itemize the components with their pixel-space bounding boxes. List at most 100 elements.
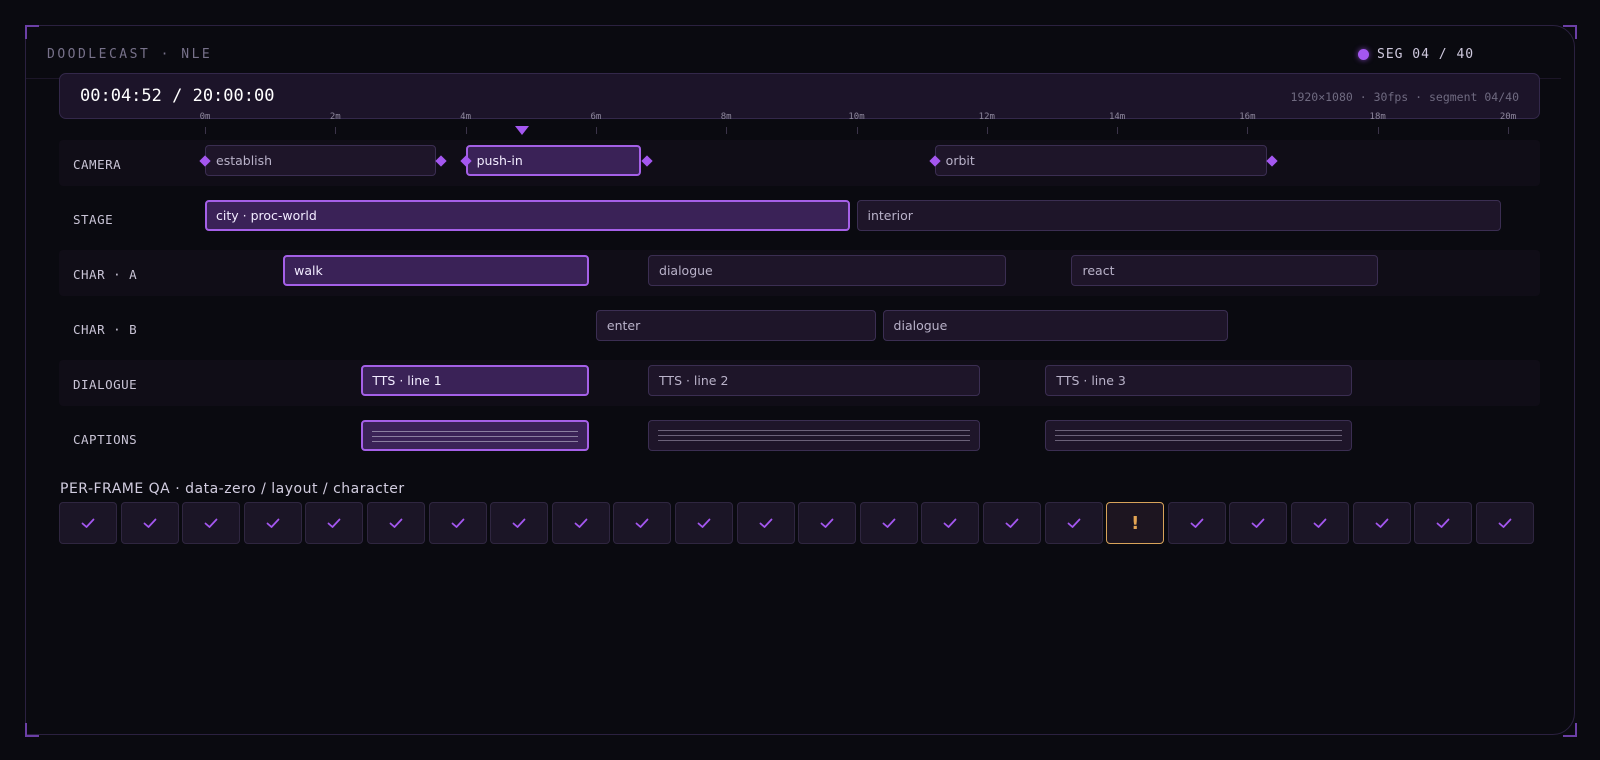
clip-label: dialogue xyxy=(659,263,713,278)
checkmark-icon xyxy=(1313,518,1327,528)
qa-frame-pass[interactable] xyxy=(983,502,1041,544)
qa-section-title: PER-FRAME QA · data-zero / layout / char… xyxy=(60,481,405,497)
checkmark-icon xyxy=(389,518,403,528)
frame-corner-top-left xyxy=(25,25,39,39)
track-label-char-b: CHAR · B xyxy=(73,322,138,337)
checkmark-icon xyxy=(1190,518,1204,528)
qa-frame-pass[interactable] xyxy=(1352,502,1411,544)
clip-label: enter xyxy=(606,318,641,333)
clip-label: TTS · line 2 xyxy=(659,373,729,388)
caption-clip[interactable] xyxy=(648,420,981,451)
qa-frame-pass[interactable] xyxy=(243,502,302,544)
clip-dialogue[interactable]: TTS · line 2 xyxy=(648,365,981,396)
clip-char-a[interactable]: react xyxy=(1071,255,1378,286)
checkmark-icon xyxy=(81,518,95,528)
clip-label: city · proc-world xyxy=(216,208,317,223)
qa-frame-pass[interactable] xyxy=(305,502,364,544)
qa-frame-strip: ! xyxy=(59,502,1539,544)
qa-frame-pass[interactable] xyxy=(120,502,179,544)
qa-frame-pass[interactable] xyxy=(490,502,549,544)
clip-label: push-in xyxy=(476,153,523,168)
status-dot-icon xyxy=(1358,49,1369,60)
checkmark-icon xyxy=(512,518,526,528)
checkmark-icon xyxy=(882,518,896,528)
qa-frame-pass[interactable] xyxy=(1044,502,1103,544)
track-label-dialogue: DIALOGUE xyxy=(73,377,138,392)
clip-dialogue[interactable]: TTS · line 1 xyxy=(361,365,590,396)
clip-label: interior xyxy=(867,208,913,223)
track-label-char-a: CHAR · A xyxy=(73,267,138,282)
clip-label: TTS · line 1 xyxy=(372,373,442,388)
checkmark-icon xyxy=(327,518,341,528)
clip-camera[interactable]: orbit xyxy=(934,145,1267,176)
checkmark-icon xyxy=(204,518,218,528)
checkmark-icon xyxy=(143,518,156,528)
clip-stage[interactable]: city · proc-world xyxy=(205,200,850,231)
transport-bar: 00:04:52 / 20:00:00 1920×1080 · 30fps · … xyxy=(59,73,1540,119)
qa-frame-pass[interactable] xyxy=(59,502,117,544)
qa-frame-pass[interactable] xyxy=(1229,502,1288,544)
frame-corner-bottom-right xyxy=(1563,723,1577,737)
caption-lines xyxy=(1055,430,1342,445)
checkmark-icon xyxy=(697,518,711,528)
track-label-stage: STAGE xyxy=(73,212,114,227)
qa-frame-pass[interactable] xyxy=(182,502,241,544)
checkmark-icon xyxy=(1498,518,1512,528)
qa-frame-pass[interactable] xyxy=(736,502,795,544)
qa-frame-pass[interactable] xyxy=(367,502,425,544)
checkmark-icon xyxy=(1251,518,1265,528)
clip-camera[interactable]: establish xyxy=(205,145,437,176)
qa-frame-pass[interactable] xyxy=(1475,502,1534,544)
qa-frame-pass[interactable] xyxy=(798,502,857,544)
checkmark-icon xyxy=(1005,518,1019,528)
caption-lines xyxy=(658,430,971,445)
checkmark-icon xyxy=(820,518,834,528)
qa-frame-pass[interactable] xyxy=(1167,502,1226,544)
clip-camera[interactable]: push-in xyxy=(465,145,642,176)
clip-label: dialogue xyxy=(893,318,948,333)
track-label-captions: CAPTIONS xyxy=(73,432,138,447)
checkmark-icon xyxy=(635,518,649,528)
track-label-camera: CAMERA xyxy=(73,157,122,172)
qa-frame-pass[interactable] xyxy=(675,502,733,544)
clip-label: TTS · line 3 xyxy=(1056,373,1126,388)
checkmark-icon xyxy=(451,518,464,528)
checkmark-icon xyxy=(1067,518,1080,528)
clip-label: react xyxy=(1082,263,1115,278)
clip-char-b[interactable]: enter xyxy=(595,310,877,341)
render-settings-info: 1920×1080 · 30fps · segment 04/40 xyxy=(1290,90,1519,104)
clip-char-b[interactable]: dialogue xyxy=(882,310,1228,341)
frame-corner-top-right xyxy=(1563,25,1577,39)
segment-badge: SEG 04 / 40 xyxy=(1358,47,1474,62)
qa-frame-warning[interactable]: ! xyxy=(1106,502,1165,544)
caption-clip[interactable] xyxy=(361,420,590,451)
checkmark-icon xyxy=(1436,518,1450,528)
clip-label: establish xyxy=(216,153,273,168)
warning-icon: ! xyxy=(1131,512,1140,534)
checkmark-icon xyxy=(1375,518,1388,528)
clip-dialogue[interactable]: TTS · line 3 xyxy=(1045,365,1352,396)
qa-frame-pass[interactable] xyxy=(1291,502,1349,544)
clip-char-a[interactable]: walk xyxy=(283,255,590,286)
clip-char-a[interactable]: dialogue xyxy=(648,255,1007,286)
timecode-readout: 00:04:52 / 20:00:00 xyxy=(80,86,275,106)
caption-clip[interactable] xyxy=(1045,420,1352,451)
segment-badge-label: SEG 04 / 40 xyxy=(1377,47,1475,62)
caption-lines xyxy=(372,431,579,446)
clip-label: walk xyxy=(294,263,323,278)
clip-label: orbit xyxy=(945,153,975,168)
qa-frame-pass[interactable] xyxy=(428,502,487,544)
qa-frame-pass[interactable] xyxy=(859,502,918,544)
qa-frame-pass[interactable] xyxy=(551,502,610,544)
checkmark-icon xyxy=(759,518,772,528)
frame-corner-bottom-left xyxy=(25,723,39,737)
qa-frame-pass[interactable] xyxy=(921,502,980,544)
clip-stage[interactable]: interior xyxy=(856,200,1502,231)
checkmark-icon xyxy=(943,518,957,528)
qa-frame-pass[interactable] xyxy=(613,502,672,544)
checkmark-icon xyxy=(266,518,280,528)
playhead-marker-icon[interactable] xyxy=(515,126,530,135)
qa-frame-pass[interactable] xyxy=(1414,502,1473,544)
checkmark-icon xyxy=(574,518,588,528)
app-title: DOODLECAST · NLE xyxy=(47,47,213,62)
